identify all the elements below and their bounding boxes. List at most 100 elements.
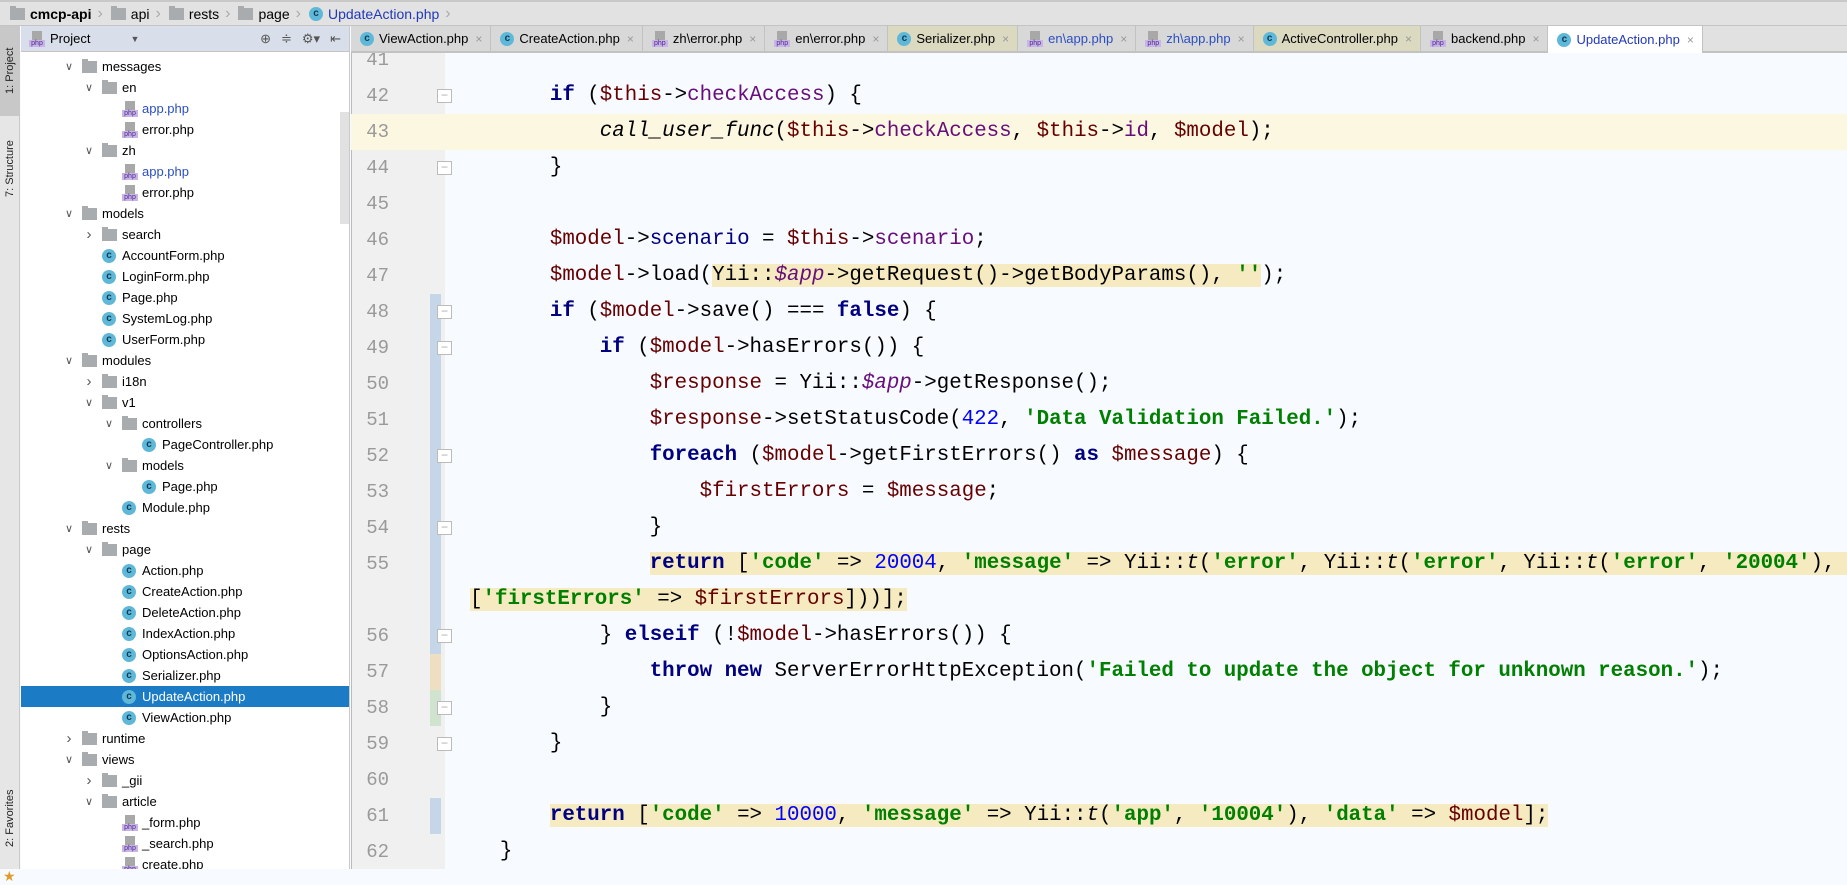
tree-item[interactable]: ∨ en xyxy=(21,77,349,98)
change-marker[interactable] xyxy=(430,798,441,834)
editor-tab[interactable]: c Serializer.php × xyxy=(888,26,1019,51)
tree-item[interactable]: c CreateAction.php xyxy=(21,581,349,602)
tree-item[interactable]: c IndexAction.php xyxy=(21,623,349,644)
close-icon[interactable]: × xyxy=(749,32,756,46)
tree-item[interactable]: app.php xyxy=(21,161,349,182)
tree-item[interactable]: ∨ article xyxy=(21,791,349,812)
tree-item[interactable]: › runtime xyxy=(21,728,349,749)
tree-item[interactable]: ∨ modules xyxy=(21,350,349,371)
change-marker[interactable] xyxy=(430,366,441,402)
tree-item[interactable]: c UserForm.php xyxy=(21,329,349,350)
tree-item[interactable]: c Page.php xyxy=(21,287,349,308)
dropdown-arrow-icon[interactable]: ▼ xyxy=(130,34,139,44)
breadcrumb-item[interactable]: cmcp-api › xyxy=(8,2,109,25)
editor-tab[interactable]: en\app.php × xyxy=(1018,26,1137,51)
code-token: 'error' xyxy=(1411,552,1499,575)
tree-item[interactable]: c SystemLog.php xyxy=(21,308,349,329)
tree-scrollbar[interactable] xyxy=(340,112,349,224)
tree-item[interactable]: › i18n xyxy=(21,371,349,392)
tree-item[interactable]: c Action.php xyxy=(21,560,349,581)
chevron-down-icon[interactable]: ∨ xyxy=(62,207,76,220)
editor-tab[interactable]: c CreateAction.php × xyxy=(491,26,643,51)
tree-item[interactable]: app.php xyxy=(21,98,349,119)
close-icon[interactable]: × xyxy=(1238,32,1245,46)
change-marker[interactable] xyxy=(430,582,441,618)
chevron-right-icon[interactable]: › xyxy=(62,730,76,747)
chevron-right-icon[interactable]: › xyxy=(82,373,96,390)
tree-item[interactable]: _search.php xyxy=(21,833,349,854)
breadcrumb-item[interactable]: rests › xyxy=(167,2,237,25)
favorites-tool-tab[interactable]: 2: Favorites xyxy=(0,771,20,866)
editor-tab[interactable]: en\error.php × xyxy=(765,26,889,51)
change-marker[interactable] xyxy=(430,654,441,690)
editor-tab[interactable]: zh\app.php × xyxy=(1136,26,1254,51)
tree-item[interactable]: _form.php xyxy=(21,812,349,833)
tree-item[interactable]: error.php xyxy=(21,182,349,203)
chevron-right-icon[interactable]: › xyxy=(82,772,96,789)
tree-item[interactable]: c Serializer.php xyxy=(21,665,349,686)
gear-icon[interactable]: ⚙▾ xyxy=(302,31,320,47)
breadcrumb-item[interactable]: c UpdateAction.php › xyxy=(307,2,457,25)
editor-tab[interactable]: c ViewAction.php × xyxy=(351,26,492,51)
editor-tab[interactable]: c ActiveController.php × xyxy=(1253,26,1421,51)
chevron-down-icon[interactable]: ∨ xyxy=(82,795,96,808)
chevron-down-icon[interactable]: ∨ xyxy=(62,60,76,73)
close-icon[interactable]: × xyxy=(1405,32,1412,46)
tree-item[interactable]: ∨ models xyxy=(21,203,349,224)
tree-item[interactable]: c Page.php xyxy=(21,476,349,497)
tree-item[interactable]: ∨ zh xyxy=(21,140,349,161)
chevron-down-icon[interactable]: ∨ xyxy=(82,144,96,157)
tree-item[interactable]: c PageController.php xyxy=(21,434,349,455)
chevron-down-icon[interactable]: ∨ xyxy=(82,396,96,409)
tree-item[interactable]: c AccountForm.php xyxy=(21,245,349,266)
project-view-selector[interactable]: Project xyxy=(50,31,90,46)
chevron-down-icon[interactable]: ∨ xyxy=(102,417,116,430)
tree-item[interactable]: c DeleteAction.php xyxy=(21,602,349,623)
code-editor[interactable]: 41 42− if ($this->checkAccess) {43 call_u… xyxy=(351,53,1847,869)
locate-icon[interactable]: ⊕ xyxy=(260,31,271,47)
code-token: return xyxy=(649,552,725,575)
tree-item[interactable]: create.php xyxy=(21,854,349,869)
tree-item[interactable]: ∨ views xyxy=(21,749,349,770)
tree-item[interactable]: c UpdateAction.php xyxy=(21,686,349,707)
close-icon[interactable]: × xyxy=(627,32,634,46)
tree-item[interactable]: ∨ messages xyxy=(21,56,349,77)
collapse-all-icon[interactable]: ≑ xyxy=(281,31,292,47)
tree-item[interactable]: ∨ models xyxy=(21,455,349,476)
tree-item[interactable]: c ViewAction.php xyxy=(21,707,349,728)
editor-tab[interactable]: zh\error.php × xyxy=(642,26,766,51)
chevron-right-icon[interactable]: › xyxy=(82,226,96,243)
change-marker[interactable] xyxy=(430,546,441,582)
chevron-down-icon[interactable]: ∨ xyxy=(82,81,96,94)
tree-item[interactable]: › search xyxy=(21,224,349,245)
tree-item[interactable]: ∨ v1 xyxy=(21,392,349,413)
hide-panel-icon[interactable]: ⇤ xyxy=(330,31,341,47)
editor-tab[interactable]: c UpdateAction.php × xyxy=(1548,26,1703,53)
chevron-down-icon[interactable]: ∨ xyxy=(62,753,76,766)
chevron-down-icon[interactable]: ∨ xyxy=(62,354,76,367)
close-icon[interactable]: × xyxy=(872,32,879,46)
structure-tool-tab[interactable]: 7: Structure xyxy=(0,124,20,214)
tree-item[interactable]: c LoginForm.php xyxy=(21,266,349,287)
tree-item[interactable]: c OptionsAction.php xyxy=(21,644,349,665)
breadcrumb-item[interactable]: page › xyxy=(236,2,306,25)
close-icon[interactable]: × xyxy=(1687,33,1694,47)
tree-item[interactable]: ∨ rests xyxy=(21,518,349,539)
chevron-down-icon[interactable]: ∨ xyxy=(62,522,76,535)
editor-tab[interactable]: backend.php × xyxy=(1420,26,1549,51)
chevron-down-icon[interactable]: ∨ xyxy=(82,543,96,556)
close-icon[interactable]: × xyxy=(475,32,482,46)
tree-item[interactable]: error.php xyxy=(21,119,349,140)
breadcrumb-item[interactable]: api › xyxy=(109,2,167,25)
tree-item[interactable]: c Module.php xyxy=(21,497,349,518)
close-icon[interactable]: × xyxy=(1002,32,1009,46)
tree-item[interactable]: ∨ controllers xyxy=(21,413,349,434)
project-tool-tab[interactable]: 1: Project xyxy=(0,26,20,116)
close-icon[interactable]: × xyxy=(1120,32,1127,46)
chevron-down-icon[interactable]: ∨ xyxy=(102,459,116,472)
close-icon[interactable]: × xyxy=(1532,32,1539,46)
tree-item[interactable]: › _gii xyxy=(21,770,349,791)
change-marker[interactable] xyxy=(430,474,441,510)
change-marker[interactable] xyxy=(430,402,441,438)
tree-item[interactable]: ∨ page xyxy=(21,539,349,560)
